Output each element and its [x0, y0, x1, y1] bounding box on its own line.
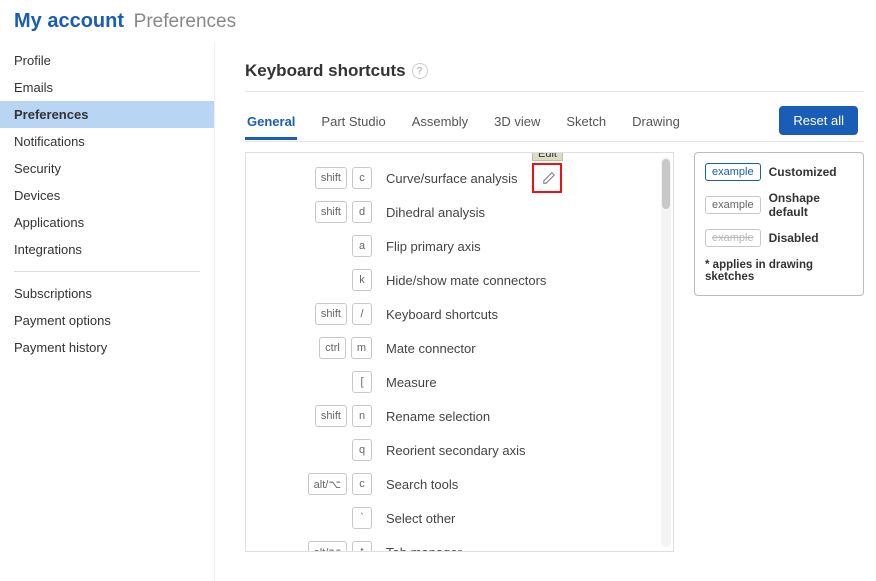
key: a — [352, 235, 372, 257]
key: shift — [315, 303, 347, 325]
key: [ — [352, 371, 372, 393]
sidebar-item-notifications[interactable]: Notifications — [0, 128, 214, 155]
shortcut-row: shiftnRename selection — [246, 399, 657, 433]
sidebar-item-applications[interactable]: Applications — [0, 209, 214, 236]
key: shift — [315, 201, 347, 223]
key: k — [352, 269, 372, 291]
shortcut-label: Select other — [378, 511, 657, 526]
legend-disabled: example Disabled — [705, 229, 853, 247]
key: m — [351, 337, 372, 359]
sidebar-item-emails[interactable]: Emails — [0, 74, 214, 101]
shortcut-row: shift/Keyboard shortcuts — [246, 297, 657, 331]
key: alt/⌥ — [308, 541, 347, 551]
main-panel: Keyboard shortcuts ? General Part Studio A… — [215, 41, 876, 581]
shortcut-label: Keyboard shortcuts — [378, 307, 657, 322]
shortcut-row: q Reorient secondary axis — [246, 433, 657, 467]
shortcut-label: Rename selection — [378, 409, 657, 424]
shortcut-keys: shift/ — [246, 303, 378, 325]
shortcut-label: Search tools — [378, 477, 657, 492]
shortcut-keys: ctrlm — [246, 337, 378, 359]
page-header: My account Preferences — [0, 0, 876, 41]
shortcut-row: ` Select other — [246, 501, 657, 535]
legend-default: example Onshape default — [705, 191, 853, 219]
sidebar: ProfileEmailsPreferencesNotificationsSec… — [0, 41, 215, 581]
shortcut-keys: shiftc — [246, 167, 378, 189]
key: ` — [352, 507, 372, 529]
shortcut-keys: shiftd — [246, 201, 378, 223]
sidebar-item-devices[interactable]: Devices — [0, 182, 214, 209]
shortcut-label: Hide/show mate connectors — [378, 273, 657, 288]
key: d — [352, 201, 372, 223]
shortcuts-panel: shiftcCurve/surface analysisEditshiftdDi… — [245, 152, 674, 552]
tab-3d-view[interactable]: 3D view — [492, 108, 542, 139]
sidebar-item-profile[interactable]: Profile — [0, 47, 214, 74]
tab-general[interactable]: General — [245, 108, 297, 139]
legend-label-disabled: Disabled — [769, 231, 819, 245]
shortcut-label: Tab manager — [378, 545, 657, 552]
help-icon[interactable]: ? — [412, 63, 428, 79]
shortcut-keys: [ — [246, 371, 378, 393]
key: t — [352, 541, 372, 551]
scrollbar[interactable] — [661, 157, 671, 547]
shortcut-label: Flip primary axis — [378, 239, 657, 254]
sidebar-item-integrations[interactable]: Integrations — [0, 236, 214, 263]
tab-drawing[interactable]: Drawing — [630, 108, 682, 139]
key: n — [352, 405, 372, 427]
scrollbar-thumb[interactable] — [662, 159, 670, 209]
shortcut-row: shiftdDihedral analysis — [246, 195, 657, 229]
legend-key-disabled: example — [705, 229, 761, 247]
shortcut-keys: alt/⌥ t — [246, 541, 378, 551]
edit-tooltip: Edit — [532, 153, 563, 161]
shortcut-keys: q — [246, 439, 378, 461]
legend-customized: example Customized — [705, 163, 853, 181]
shortcut-keys: k — [246, 269, 378, 291]
section-title-text: Keyboard shortcuts — [245, 61, 406, 81]
shortcut-row: alt/⌥cSearch tools — [246, 467, 657, 501]
shortcut-label: Measure — [378, 375, 657, 390]
legend-label-customized: Customized — [769, 165, 837, 179]
tab-sketch[interactable]: Sketch — [564, 108, 608, 139]
shortcut-keys: alt/⌥c — [246, 473, 378, 495]
shortcut-label: Curve/surface analysis — [378, 171, 657, 186]
sidebar-item-payment-history[interactable]: Payment history — [0, 334, 214, 361]
pencil-icon[interactable] — [538, 167, 560, 189]
legend-panel: example Customized example Onshape defau… — [694, 152, 864, 296]
shortcut-label: Reorient secondary axis — [378, 443, 657, 458]
shortcut-row: [ Measure — [246, 365, 657, 399]
shortcut-row: shiftcCurve/surface analysisEdit — [246, 161, 657, 195]
shortcut-keys: a — [246, 235, 378, 257]
sidebar-divider — [14, 271, 200, 272]
key: alt/⌥ — [308, 473, 347, 495]
title-main[interactable]: My account — [14, 10, 124, 32]
legend-label-default: Onshape default — [769, 191, 853, 219]
shortcut-keys: shiftn — [246, 405, 378, 427]
sidebar-item-subscriptions[interactable]: Subscriptions — [0, 280, 214, 307]
key: c — [352, 473, 372, 495]
key: ctrl — [319, 337, 346, 359]
key: c — [352, 167, 372, 189]
shortcut-row: a Flip primary axis — [246, 229, 657, 263]
shortcut-label: Mate connector — [378, 341, 657, 356]
key: shift — [315, 405, 347, 427]
tabs-row: General Part Studio Assembly 3D view Sketch D… — [245, 106, 864, 142]
title-sub: Preferences — [134, 11, 236, 32]
key: q — [352, 439, 372, 461]
shortcut-row: ctrlmMate connector — [246, 331, 657, 365]
legend-key-default: example — [705, 196, 761, 214]
shortcut-keys: ` — [246, 507, 378, 529]
shortcut-row: alt/⌥ t Tab manager — [246, 535, 657, 551]
sidebar-item-security[interactable]: Security — [0, 155, 214, 182]
sidebar-item-preferences[interactable]: Preferences — [0, 101, 214, 128]
section-title: Keyboard shortcuts ? — [245, 61, 864, 92]
legend-key-customized: example — [705, 163, 761, 181]
sidebar-item-payment-options[interactable]: Payment options — [0, 307, 214, 334]
key: / — [352, 303, 372, 325]
shortcut-label: Dihedral analysis — [378, 205, 657, 220]
shortcut-row: k Hide/show mate connectors — [246, 263, 657, 297]
reset-all-button[interactable]: Reset all — [779, 106, 858, 135]
key: shift — [315, 167, 347, 189]
tab-part-studio[interactable]: Part Studio — [319, 108, 387, 139]
tab-assembly[interactable]: Assembly — [410, 108, 470, 139]
legend-note: * applies in drawing sketches — [705, 259, 853, 283]
